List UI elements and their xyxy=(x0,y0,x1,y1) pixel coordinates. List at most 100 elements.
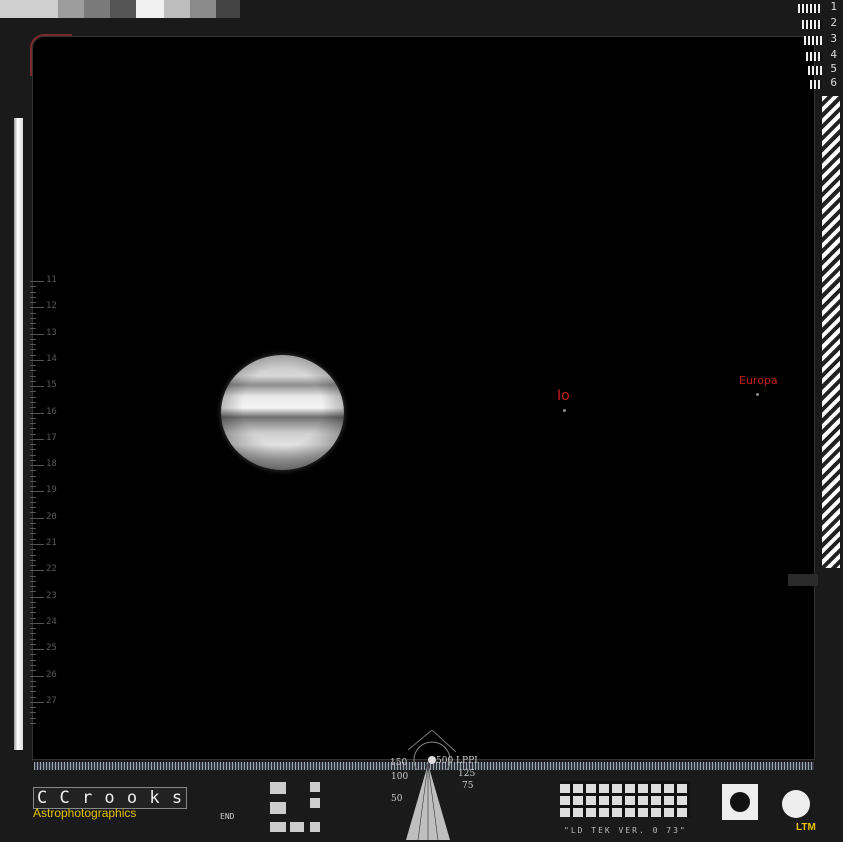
lppi-value: 50 xyxy=(391,794,403,804)
ruler-minor-tick xyxy=(30,601,36,603)
ruler-tick xyxy=(30,649,44,651)
ruler-label: 25 xyxy=(46,643,57,654)
ruler-minor-tick xyxy=(30,323,36,325)
ruler-label: 21 xyxy=(46,538,57,548)
swatch xyxy=(0,0,58,18)
ruler-tick xyxy=(30,675,44,677)
ruler-minor-tick xyxy=(30,686,36,688)
ruler-minor-tick xyxy=(30,507,36,509)
ruler-tick xyxy=(30,622,44,624)
ruler-minor-tick xyxy=(30,486,36,488)
ruler-minor-tick xyxy=(30,286,36,288)
ruler-minor-tick xyxy=(30,680,36,682)
right-chevron-bar xyxy=(822,96,840,568)
ruler-minor-tick xyxy=(30,354,36,356)
swatch xyxy=(84,0,110,18)
ruler-minor-tick xyxy=(30,370,36,372)
test-block xyxy=(270,802,286,814)
ruler-minor-tick xyxy=(30,528,36,530)
ruler-minor-tick xyxy=(30,344,36,346)
ruler-tick xyxy=(30,412,44,414)
ruler-label: 15 xyxy=(46,380,57,391)
ruler-label: 13 xyxy=(46,327,57,338)
ruler-tick xyxy=(30,596,44,598)
ruler-minor-tick xyxy=(30,417,36,419)
ruler-minor-tick xyxy=(30,365,36,367)
ruler-tick xyxy=(30,570,44,572)
ruler-minor-tick xyxy=(30,428,36,430)
ruler-minor-tick xyxy=(30,654,36,656)
ruler-minor-tick xyxy=(30,670,36,672)
resolution-bars xyxy=(798,4,820,13)
left-density-bar xyxy=(14,118,23,750)
right-side-mark xyxy=(788,574,818,586)
ruler-minor-tick xyxy=(30,575,36,577)
ruler-label: 22 xyxy=(46,564,57,575)
ruler-minor-tick xyxy=(30,549,36,551)
ruler-minor-tick xyxy=(30,391,36,393)
ruler-minor-tick xyxy=(30,565,36,567)
image-viewport xyxy=(32,36,815,760)
swatch xyxy=(190,0,216,18)
ruler-tick xyxy=(30,438,44,440)
ruler-minor-tick xyxy=(30,444,36,446)
resolution-bars xyxy=(804,36,822,45)
test-block xyxy=(270,782,286,794)
resolution-number: 2 xyxy=(830,16,837,29)
resolution-number: 1 xyxy=(830,0,837,13)
ruler-minor-tick xyxy=(30,312,36,314)
ruler-minor-tick xyxy=(30,696,36,698)
ruler-minor-tick xyxy=(30,580,36,582)
film-frame: 11 12 13 14 15 16 17 18 19 20 21 22 23 24 25 26 27 1 2 3… xyxy=(0,0,843,842)
test-block xyxy=(310,822,320,832)
scale-ruler: 11 12 13 14 15 16 17 18 19 20 21 22 23 24 25 26 27 xyxy=(30,260,70,740)
contrast-grid xyxy=(560,781,690,817)
ruler-minor-tick xyxy=(30,433,36,435)
ruler-label: 11 xyxy=(46,275,57,285)
ruler-minor-tick xyxy=(30,401,36,403)
ruler-minor-tick xyxy=(30,522,36,524)
ltm-label: LTM xyxy=(796,822,816,833)
ruler-minor-tick xyxy=(30,380,36,382)
ruler-label: 12 xyxy=(46,301,57,312)
lppi-value: 100 xyxy=(391,772,409,782)
focus-target-dot xyxy=(730,792,750,812)
ruler-minor-tick xyxy=(30,291,36,293)
ruler-label: 17 xyxy=(46,432,57,443)
ruler-tick xyxy=(30,333,44,335)
ruler-minor-tick xyxy=(30,470,36,472)
ruler-minor-tick xyxy=(30,643,36,645)
ruler-minor-tick xyxy=(30,454,36,456)
ruler-tick xyxy=(30,544,44,545)
io-label: Io xyxy=(557,388,570,404)
ruler-minor-tick xyxy=(30,712,36,714)
test-block xyxy=(310,798,320,808)
ruler-minor-tick xyxy=(30,512,36,514)
test-block xyxy=(310,782,320,792)
europa-moon-dot xyxy=(756,393,759,396)
ruler-minor-tick xyxy=(30,628,36,630)
corner-decoration xyxy=(30,34,72,76)
ruler-minor-tick xyxy=(30,338,36,340)
ruler-minor-tick xyxy=(30,407,36,409)
ruler-minor-tick xyxy=(30,707,36,709)
ruler-minor-tick xyxy=(30,302,36,304)
ruler-minor-tick xyxy=(30,349,36,351)
ruler-tick xyxy=(30,517,44,519)
ruler-minor-tick xyxy=(30,559,36,561)
swatch xyxy=(58,0,84,18)
resolution-bars xyxy=(806,52,822,61)
test-block xyxy=(290,822,304,832)
swatch xyxy=(216,0,240,18)
resolution-number: 5 xyxy=(830,62,837,75)
ruler-label: 19 xyxy=(46,485,57,496)
ruler-minor-tick xyxy=(30,459,36,461)
ruler-minor-tick xyxy=(30,659,36,661)
ruler-tick xyxy=(30,359,44,361)
ruler-label: 20 xyxy=(46,511,57,522)
ruler-minor-tick xyxy=(30,396,36,398)
ruler-minor-tick xyxy=(30,691,36,693)
ruler-minor-tick xyxy=(30,296,36,298)
ruler-minor-tick xyxy=(30,591,36,593)
resolution-bars xyxy=(802,20,822,29)
